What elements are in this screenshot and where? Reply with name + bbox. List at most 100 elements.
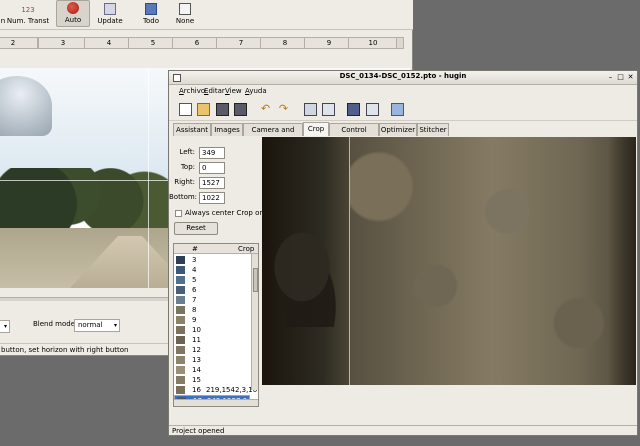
image-toggle-9[interactable]: 9 xyxy=(304,37,354,49)
minimize-icon[interactable]: – xyxy=(606,73,615,82)
toolbar-button-partial-label: n xyxy=(0,17,6,25)
hugin-window: DSC_0134-DSC_0152.pto - hugin – □ ✕ Arch… xyxy=(168,70,638,436)
auto-label: Auto xyxy=(64,16,82,24)
optimize-icon[interactable] xyxy=(366,103,379,116)
todo-button[interactable]: Todo xyxy=(138,0,164,27)
blend-mode-select[interactable]: normal ▾ xyxy=(74,319,120,332)
num-transt-label: Num. Transt xyxy=(6,17,50,25)
image-toggle-2[interactable]: 2 xyxy=(0,37,38,49)
none-icon xyxy=(179,3,191,15)
list-row[interactable]: 5 xyxy=(174,275,250,285)
menu-archivo-rest: rchivo xyxy=(183,87,206,95)
list-row-num: 7 xyxy=(192,296,197,304)
num-transt-button[interactable]: 123 Num. Transt xyxy=(6,0,50,27)
tab-crop[interactable]: Crop xyxy=(303,122,329,136)
auto-icon xyxy=(67,2,79,14)
list-header-num[interactable]: # xyxy=(192,244,198,254)
strip-scroll-button[interactable] xyxy=(396,37,404,49)
image-toggle-6[interactable]: 6 xyxy=(172,37,222,49)
list-row-num: 14 xyxy=(192,366,201,374)
menu-ayuda-rest: yuda xyxy=(249,87,267,95)
thumbnail-icon xyxy=(176,286,185,294)
todo-label: Todo xyxy=(142,17,160,25)
crop-left-handle[interactable] xyxy=(349,137,350,385)
reset-button[interactable]: Reset xyxy=(174,222,218,235)
menu-archivo[interactable]: Archivo xyxy=(179,87,205,95)
left-field[interactable]: 349 xyxy=(199,147,225,159)
crop-settings-panel: Left: 349 Top: 0 Right: 1527 Bottom: 102… xyxy=(169,137,277,425)
list-row[interactable]: 6 xyxy=(174,285,250,295)
toolbar-button-partial[interactable]: n xyxy=(0,0,6,27)
thumbnail-icon xyxy=(176,296,185,304)
tab-bar: Assistant Images Camera and Lens Crop Co… xyxy=(171,122,637,146)
preview-icon[interactable] xyxy=(304,103,317,116)
tab-stitcher[interactable]: Stitcher xyxy=(417,123,449,136)
tab-optimizer[interactable]: Optimizer xyxy=(379,123,417,136)
list-row-num: 4 xyxy=(192,266,197,274)
list-header-crop[interactable]: Crop xyxy=(238,244,254,254)
update-button[interactable]: Update xyxy=(94,0,126,27)
list-scroll-thumb[interactable] xyxy=(253,268,258,292)
list-row[interactable]: 10 xyxy=(174,325,250,335)
close-icon[interactable]: ✕ xyxy=(626,73,635,82)
list-vertical-scrollbar[interactable] xyxy=(251,254,258,390)
new-project-icon[interactable] xyxy=(179,103,192,116)
preview-shoe-shadow xyxy=(270,227,350,327)
menu-view[interactable]: View xyxy=(225,87,242,95)
tab-images[interactable]: Images xyxy=(211,123,243,136)
image-toggle-4[interactable]: 4 xyxy=(84,37,134,49)
tab-control-points[interactable]: Control Points xyxy=(329,123,379,146)
list-row[interactable]: 13 xyxy=(174,355,250,365)
list-row-num: 11 xyxy=(192,336,201,344)
tab-camera-and-lens[interactable]: Camera and Lens xyxy=(243,123,303,146)
none-button[interactable]: None xyxy=(172,0,198,27)
thumbnail-icon xyxy=(176,326,185,334)
fast-preview-icon[interactable] xyxy=(322,103,335,116)
list-row[interactable]: 11 xyxy=(174,335,250,345)
image-toggle-8[interactable]: 8 xyxy=(260,37,310,49)
top-field[interactable]: 0 xyxy=(199,162,225,174)
undo-icon[interactable]: ↶ xyxy=(259,103,272,116)
crop-preview-canvas[interactable] xyxy=(262,137,636,385)
auto-button[interactable]: Auto xyxy=(56,0,90,27)
list-header: # Crop xyxy=(174,244,258,254)
image-toggle-5[interactable]: 5 xyxy=(128,37,178,49)
redo-icon[interactable]: ↷ xyxy=(277,103,290,116)
save-icon[interactable] xyxy=(216,103,229,116)
image-toggle-3[interactable]: 3 xyxy=(38,37,88,49)
image-toggle-7[interactable]: 7 xyxy=(216,37,266,49)
open-folder-icon[interactable] xyxy=(197,103,210,116)
save-as-icon[interactable] xyxy=(234,103,247,116)
preview-toolbar: n 123 Num. Transt Auto Update Todo None xyxy=(0,0,413,30)
list-row[interactable]: 16 219,1542,3,101 xyxy=(174,385,258,395)
list-row-num: 8 xyxy=(192,306,197,314)
crop-region[interactable] xyxy=(350,137,636,385)
list-row[interactable]: 7 xyxy=(174,295,250,305)
status-bar: Project opened xyxy=(169,425,637,436)
image-crop-list: # Crop 3 4 5 6 7 8 9 10 11 12 13 14 15 16 219,1542,3,1… xyxy=(173,243,259,407)
maximize-icon[interactable]: □ xyxy=(616,73,625,82)
right-label: Right: xyxy=(174,178,195,186)
list-row[interactable]: 15 xyxy=(174,375,250,385)
list-row[interactable]: 4 xyxy=(174,265,250,275)
list-row[interactable]: 12 xyxy=(174,345,250,355)
right-field[interactable]: 1527 xyxy=(199,177,225,189)
projection-select[interactable]: ▾ xyxy=(0,320,10,333)
thumbnail-icon xyxy=(176,346,185,354)
center-line xyxy=(148,68,149,288)
menu-editar[interactable]: Editar xyxy=(204,87,225,95)
image-toggle-10[interactable]: 10 xyxy=(348,37,398,49)
control-points-table-icon[interactable] xyxy=(347,103,360,116)
menu-view-rest: iew xyxy=(229,87,242,95)
list-row[interactable]: 3 xyxy=(174,255,250,265)
tab-assistant[interactable]: Assistant xyxy=(173,123,211,136)
list-horizontal-scrollbar[interactable] xyxy=(174,399,258,406)
list-row[interactable]: 8 xyxy=(174,305,250,315)
help-icon[interactable] xyxy=(391,103,404,116)
list-row[interactable]: 9 xyxy=(174,315,250,325)
image-number-strip: 2 3 4 5 6 7 8 9 10 xyxy=(0,35,408,51)
menu-ayuda[interactable]: Ayuda xyxy=(245,87,267,95)
list-row-num: 15 xyxy=(192,376,201,384)
list-row[interactable]: 14 xyxy=(174,365,250,375)
bottom-field[interactable]: 1022 xyxy=(199,192,225,204)
